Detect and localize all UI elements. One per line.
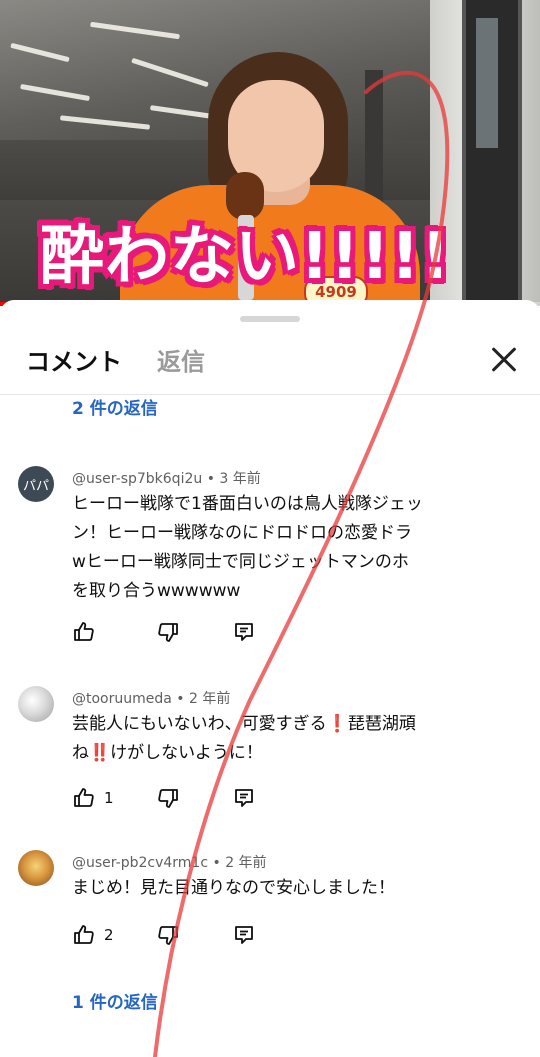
comment-actions: 1 xyxy=(72,786,272,810)
comment-text: まじめ！見た目通りなので安心しました！ xyxy=(72,874,434,903)
thumbs-down-icon xyxy=(158,926,178,945)
comment-meta: @user-sp7bk6qi2u • 3 年前 xyxy=(72,468,261,488)
background-door-glass xyxy=(476,18,498,148)
comment-age: 3 年前 xyxy=(219,471,261,487)
thumbs-up-icon xyxy=(74,925,94,944)
tab-comments[interactable]: コメント xyxy=(26,342,122,377)
thumbs-down-icon xyxy=(158,789,178,808)
reply-button[interactable] xyxy=(232,620,256,644)
comment-line: 芸能人にもいないわ、可愛すぎる❗琵琶湖頑 xyxy=(72,714,416,734)
close-icon[interactable] xyxy=(482,338,526,382)
video-player[interactable]: 4909 酔わない!!!!! xyxy=(0,0,540,306)
comment-text: 芸能人にもいないわ、可愛すぎる❗琵琶湖頑 ね‼️けがしないように！ xyxy=(72,710,434,768)
reply-icon xyxy=(235,926,253,944)
comment-line: ン！ヒーロー戦隊なのにドロドロの恋愛ドラ xyxy=(72,523,412,543)
reply-button[interactable] xyxy=(232,786,256,810)
drag-handle[interactable] xyxy=(240,316,300,322)
comment-age: 2 年前 xyxy=(225,855,267,871)
meta-separator: • xyxy=(206,471,220,487)
meta-separator: • xyxy=(212,855,226,871)
thumbs-down-icon xyxy=(158,623,178,642)
like-count: 1 xyxy=(104,789,114,807)
comment-line: ね‼️けがしないように！ xyxy=(72,743,263,763)
reply-link[interactable]: 2 件の返信 xyxy=(72,394,158,419)
like-count: 2 xyxy=(104,926,114,944)
avatar[interactable] xyxy=(18,686,54,722)
comment-author[interactable]: @tooruumeda xyxy=(72,691,172,707)
comment-age: 2 年前 xyxy=(189,691,231,707)
video-caption-overlay: 酔わない!!!!! xyxy=(40,220,451,294)
comment-line: まじめ！見た目通りなので安心しました！ xyxy=(72,878,395,898)
comment-actions xyxy=(72,620,272,644)
dislike-button[interactable] xyxy=(156,786,180,810)
comments-sheet: コメント 返信 2 件の返信 パパ @user-sp7bk6qi2u • 3 年… xyxy=(0,300,540,1057)
comment-meta: @user-pb2cv4rm1c • 2 年前 xyxy=(72,852,267,872)
reply-link[interactable]: 1 件の返信 xyxy=(72,988,158,1013)
comment-meta: @tooruumeda • 2 年前 xyxy=(72,688,230,708)
like-button[interactable]: 2 xyxy=(72,923,114,947)
comment-actions: 2 xyxy=(72,923,272,947)
avatar[interactable] xyxy=(18,850,54,886)
dislike-button[interactable] xyxy=(156,923,180,947)
comment-text: ヒーロー戦隊で1番面白いのは鳥人戦隊ジェッ ン！ヒーロー戦隊なのにドロドロの恋愛… xyxy=(72,490,434,606)
thumbs-up-icon xyxy=(74,788,94,807)
tab-replies[interactable]: 返信 xyxy=(157,342,205,377)
comment-line: を取り合うwwwwww xyxy=(72,581,241,601)
reply-icon xyxy=(235,789,253,807)
comment-author[interactable]: @user-pb2cv4rm1c xyxy=(72,855,208,871)
reply-button[interactable] xyxy=(232,923,256,947)
comment-author[interactable]: @user-sp7bk6qi2u xyxy=(72,471,202,487)
sheet-header: コメント 返信 xyxy=(0,330,540,395)
avatar-text: パパ xyxy=(22,478,49,494)
dislike-button[interactable] xyxy=(156,620,180,644)
avatar[interactable]: パパ xyxy=(18,466,54,502)
thumbs-up-icon xyxy=(74,622,94,641)
comment-line: ヒーロー戦隊で1番面白いのは鳥人戦隊ジェッ xyxy=(72,494,423,514)
reply-icon xyxy=(235,623,253,641)
comment-line: wヒーロー戦隊同士で同じジェットマンのホ xyxy=(72,552,409,572)
meta-separator: • xyxy=(176,691,190,707)
like-button[interactable]: 1 xyxy=(72,786,114,810)
like-button[interactable] xyxy=(72,620,104,644)
